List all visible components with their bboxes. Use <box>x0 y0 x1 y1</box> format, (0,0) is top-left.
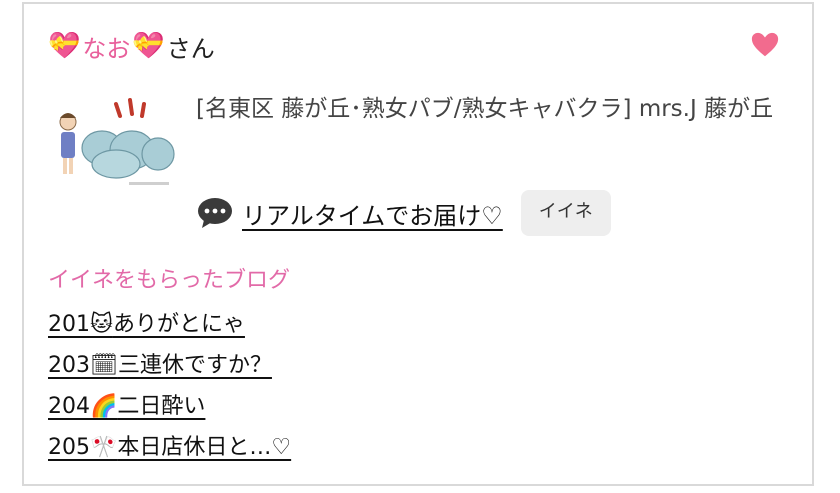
liked-blog-link-204[interactable]: 204🌈二日酔い <box>48 394 205 419</box>
calendar-emoji-icon: 🗓 <box>90 353 118 378</box>
heart-gift-icon: 💝 <box>132 31 165 61</box>
user-honorific: さん <box>166 34 215 63</box>
iine-button[interactable]: イイネ <box>520 190 611 236</box>
liked-blog-link-205[interactable]: 205🎌本日店休日と…♡ <box>48 435 291 460</box>
list-item: 204🌈二日酔い <box>48 386 291 427</box>
heart-gift-icon: 💝 <box>48 31 81 61</box>
heart-icon[interactable] <box>750 30 780 60</box>
liked-blogs-list: 201🐱ありがとにゃ 203🗓三連休ですか？ 204🌈二日酔い 205🎌本日店休… <box>48 304 291 468</box>
liked-blogs-heading: イイネをもらったブログ <box>48 268 291 293</box>
blog-entry-row: リアルタイムでお届け♡ イイネ <box>196 190 611 236</box>
blog-entry-link[interactable]: リアルタイムでお届け♡ <box>242 196 503 231</box>
liked-blog-link-201[interactable]: 201🐱ありがとにゃ <box>48 312 245 337</box>
liked-blog-link-203[interactable]: 203🗓三連休ですか？ <box>48 353 272 378</box>
user-header: 💝 なお 💝 さん <box>48 28 215 64</box>
flags-emoji-icon: 🎌 <box>90 435 118 460</box>
user-name-link[interactable]: なお <box>82 29 130 64</box>
rainbow-emoji-icon: 🌈 <box>90 394 118 419</box>
cat-emoji-icon: 🐱 <box>90 312 113 337</box>
shop-name: [名東区 藤が丘･熟女パブ/熟女キャバクラ] mrs.J 藤が丘 <box>196 96 774 122</box>
blog-thumbnail[interactable] <box>54 92 176 192</box>
notification-card: 💝 なお 💝 さん [名東区 藤が丘･熟女パブ/熟女キャバクラ] mrs.J 藤… <box>22 2 814 486</box>
list-item: 203🗓三連休ですか？ <box>48 345 291 386</box>
list-item: 201🐱ありがとにゃ <box>48 304 291 345</box>
list-item: 205🎌本日店休日と…♡ <box>48 427 291 468</box>
speech-bubble-icon <box>198 198 232 228</box>
